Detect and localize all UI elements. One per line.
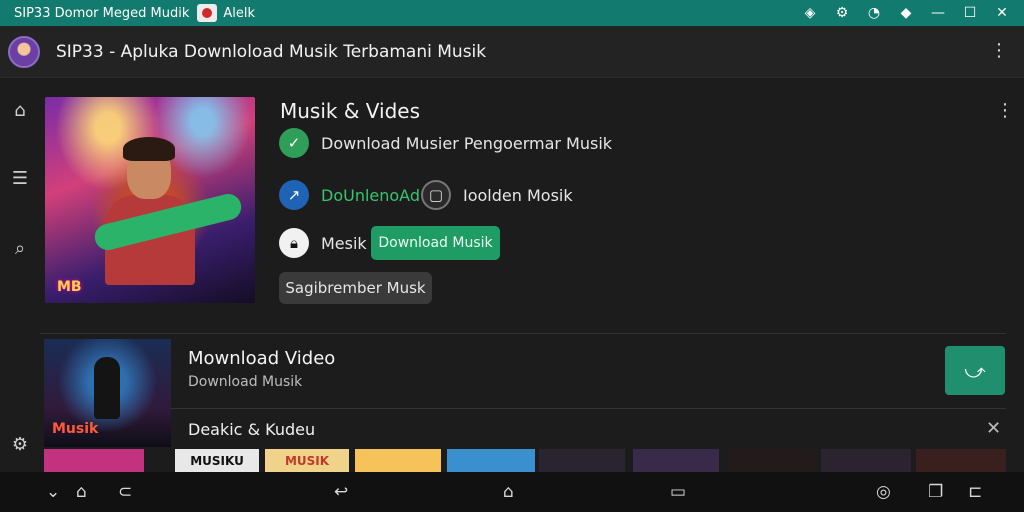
recents-icon[interactable]: ▭ (670, 482, 686, 502)
avatar[interactable] (8, 35, 40, 68)
down-arrow-icon: ↗ (279, 180, 309, 210)
info-row-ioolden[interactable]: ▢ Ioolden Mosik (421, 180, 573, 210)
album-art-text: MB (57, 279, 82, 295)
section-title: Musik & Vides (280, 99, 421, 123)
download-musik-button[interactable]: Download Musik (371, 226, 500, 260)
strip-thumb[interactable] (727, 449, 815, 472)
strip-title: Deakic & Kudeu (188, 420, 316, 439)
chevron-down-icon[interactable]: ⌄ (46, 482, 60, 502)
strip-thumb[interactable] (821, 449, 911, 472)
record-icon[interactable] (197, 4, 218, 22)
thumbnail-strip: MUSIKU MUSIK (44, 449, 1006, 472)
eye-icon[interactable]: ◎ (876, 482, 891, 502)
signal-icon[interactable]: ◆ (890, 5, 922, 21)
multiwindow-icon[interactable]: ❐ (928, 482, 943, 502)
strip-thumb[interactable] (633, 449, 719, 472)
row-label: Mesik (321, 233, 367, 253)
left-rail: ⌂ ☰ ⌕ ⚙ (0, 78, 40, 472)
back-icon[interactable]: ⊂ (118, 482, 132, 502)
settings-tray-icon[interactable]: ⚙ (826, 5, 858, 21)
video-title[interactable]: Mownload Video (188, 348, 335, 369)
divider (171, 408, 1006, 409)
back-arrow-icon[interactable]: ↩ (334, 482, 348, 502)
strip-thumb[interactable] (916, 449, 1006, 472)
app-title: SIP33 - Apluka Downloload Musik Terbaman… (56, 41, 487, 62)
maximize-button[interactable]: ☐ (954, 5, 986, 21)
system-tray: ◈ ⚙ ◔ ◆ — ☐ ✕ (794, 0, 1018, 26)
strip-thumb[interactable] (44, 449, 144, 472)
video-thumb-text: Musik (52, 421, 99, 437)
video-thumbnail[interactable]: Musik (44, 339, 171, 447)
sagibrember-button[interactable]: Sagibrember Musk (279, 272, 432, 304)
close-button[interactable]: ✕ (986, 5, 1018, 21)
row-label: Download Musier Pengoermar Musik (321, 133, 613, 153)
info-row-mesik[interactable]: 🔒︎ Mesik (279, 228, 367, 258)
rotate-icon[interactable]: ⊏ (968, 482, 982, 502)
row-label: Ioolden Mosik (463, 185, 573, 205)
strip-thumb[interactable]: MUSIKU (175, 449, 259, 472)
strip-thumb[interactable] (539, 449, 625, 472)
settings-icon[interactable]: ⚙ (10, 434, 30, 455)
strip-thumb[interactable] (355, 449, 441, 472)
phone-icon: ▢ (421, 180, 451, 210)
window-title: SIP33 Domor Meged Mudik (14, 5, 190, 21)
palette-icon[interactable]: ◈ (794, 5, 826, 21)
search-icon[interactable]: ⌕ (10, 238, 30, 259)
info-row-download-musier[interactable]: ✓ Download Musier Pengoermar Musik (279, 128, 612, 158)
wifi-icon[interactable]: ◔ (858, 5, 890, 21)
lock-icon: 🔒︎ (279, 228, 309, 258)
window-subtitle: Alelk (223, 5, 256, 21)
check-icon: ✓ (279, 128, 309, 158)
more-vert-icon[interactable]: ⋮ (990, 40, 1008, 61)
divider (40, 333, 1006, 334)
share-icon[interactable]: ⤻ (945, 346, 1005, 395)
video-subtitle: Download Musik (188, 374, 303, 390)
window-titlebar: SIP33 Domor Meged Mudik Alelk ◈ ⚙ ◔ ◆ — … (0, 0, 1024, 26)
home-icon[interactable]: ⌂ (503, 482, 514, 502)
app-header: SIP33 - Apluka Downloload Musik Terbaman… (0, 26, 1024, 78)
section-more-icon[interactable]: ⋮ (996, 100, 1014, 121)
home-outline-icon[interactable]: ⌂ (76, 482, 87, 502)
row-label: DoUnlenoAd (321, 185, 420, 205)
bottom-navbar: ⌄ ⌂ ⊂ ↩ ⌂ ▭ ◎ ❐ ⊏ (0, 472, 1024, 512)
album-art[interactable]: MB (45, 97, 255, 303)
minimize-button[interactable]: — (922, 5, 954, 21)
close-icon[interactable]: ✕ (986, 418, 1001, 439)
home-icon[interactable]: ⌂ (10, 100, 30, 121)
strip-thumb[interactable] (447, 449, 535, 472)
strip-thumb[interactable]: MUSIK (265, 449, 349, 472)
info-row-download[interactable]: ↗ DoUnlenoAd (279, 180, 420, 210)
menu-icon[interactable]: ☰ (10, 168, 30, 189)
